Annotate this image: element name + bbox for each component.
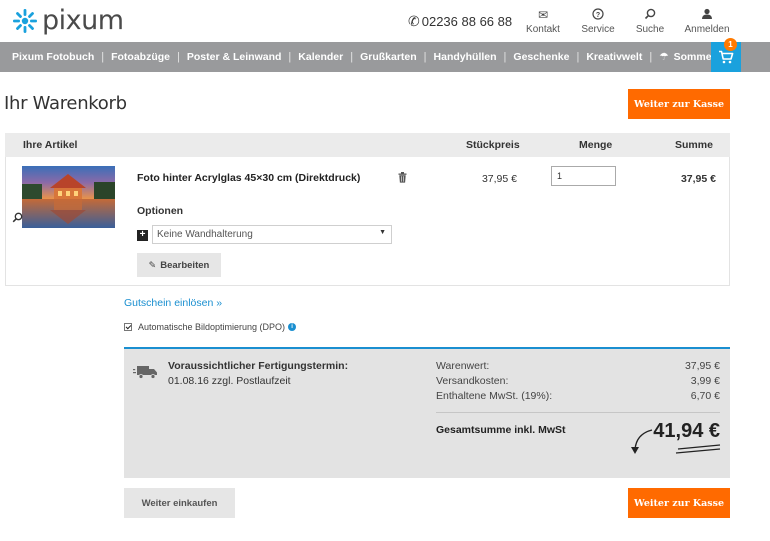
pixum-logo[interactable]: pixum (12, 5, 124, 36)
contact-link[interactable]: ✉ Kontakt (524, 8, 562, 35)
quantity-input[interactable] (551, 166, 616, 186)
caret-down-icon: ▼ (379, 229, 386, 236)
nav-separator: | (423, 51, 427, 63)
trash-icon[interactable] (398, 172, 407, 186)
nav-separator: | (288, 51, 292, 63)
truck-icon (133, 364, 159, 383)
nav-item-geschenke[interactable]: Geschenke (513, 51, 569, 63)
nav-item-handyhuellen[interactable]: Handyhüllen (434, 51, 497, 63)
checkout-button-bottom[interactable]: Weiter zur Kasse (628, 488, 730, 518)
nav-separator: | (576, 51, 580, 63)
vat-value: 6,70 € (690, 390, 720, 402)
total-label: Gesamtsumme inkl. MwSt (436, 424, 566, 436)
vat-label: Enthaltene MwSt. (19%): (436, 390, 553, 402)
line-sum: 37,95 € (680, 173, 716, 185)
dpo-label: Automatische Bildoptimierung (DPO) (138, 322, 286, 332)
nav-item-kalender[interactable]: Kalender (298, 51, 343, 63)
subtotal-value: 37,95 € (684, 360, 720, 372)
search-link[interactable]: Suche (632, 8, 668, 35)
header-unit-price: Stückpreis (466, 139, 520, 151)
edit-button[interactable]: ✎ Bearbeiten (137, 253, 221, 277)
login-link[interactable]: Anmelden (682, 8, 732, 35)
contact-label: Kontakt (526, 24, 560, 35)
nav-item-fotobuch[interactable]: Pixum Fotobuch (12, 51, 94, 63)
summary-divider (436, 412, 720, 413)
voucher-link[interactable]: Gutschein einlösen » (124, 297, 222, 309)
nav-separator: | (350, 51, 354, 63)
search-icon (632, 8, 668, 22)
product-name: Foto hinter Acrylglas 45×30 cm (Direktdr… (137, 172, 361, 184)
edit-icon: ✎ (148, 259, 157, 270)
product-thumbnail[interactable] (22, 166, 115, 228)
dpo-option: Automatische Bildoptimierung (DPO) i (124, 322, 297, 332)
contact-icon: ✉ (537, 8, 549, 22)
search-label: Suche (635, 24, 665, 35)
header-articles: Ihre Artikel (23, 139, 78, 151)
wall-mount-select[interactable]: Keine Wandhalterung ▼ (152, 225, 392, 244)
header: pixum ✆ 02236 88 66 88 ✉ Kontakt ? Servi… (0, 0, 770, 42)
nav-separator: | (503, 51, 507, 63)
phone-icon: ✆ (408, 13, 420, 29)
cart-icon (719, 50, 734, 64)
continue-shopping-button[interactable]: Weiter einkaufen (124, 488, 235, 518)
user-icon (682, 8, 732, 22)
shipping-value: 3,99 € (690, 375, 720, 387)
phone-text: 02236 88 66 88 (421, 14, 513, 29)
wall-mount-select-value: Keine Wandhalterung (157, 229, 253, 240)
production-date-title: Voraussichtlicher Fertigungstermin: (168, 360, 349, 372)
curved-arrow-icon (631, 429, 721, 454)
service-label: Service (581, 24, 615, 35)
unit-price: 37,95 € (481, 173, 517, 185)
cart-count-badge: 1 (724, 38, 737, 51)
nav-item-fotoabzuege[interactable]: Fotoabzüge (111, 51, 170, 63)
header-sum: Summe (675, 139, 713, 151)
nav-separator: | (649, 51, 653, 63)
production-date: 01.08.16 zzgl. Postlaufzeit (168, 375, 291, 387)
info-icon[interactable]: i (288, 323, 297, 331)
nav-separator: | (177, 51, 180, 63)
login-label: Anmelden (684, 24, 730, 35)
zoom-icon[interactable] (12, 212, 23, 226)
phone-number[interactable]: ✆ 02236 88 66 88 (408, 13, 512, 30)
dpo-checkbox[interactable] (124, 323, 132, 331)
nav-item-sommer-label: Sommer (673, 51, 716, 63)
main-nav: Pixum Fotobuch | Fotoabzüge | Poster & L… (0, 42, 770, 72)
nav-item-sommer[interactable]: ☂ Sommer (659, 51, 715, 63)
svg-text:?: ? (596, 12, 600, 19)
header-quantity: Menge (579, 139, 613, 151)
help-icon: ? (578, 8, 618, 22)
nav-item-poster[interactable]: Poster & Leinwand (187, 51, 282, 63)
page-title: Ihr Warenkorb (4, 93, 127, 114)
shipping-label: Versandkosten: (436, 375, 509, 387)
nav-item-grusskarten[interactable]: Grußkarten (360, 51, 417, 63)
subtotal-label: Warenwert: (436, 360, 490, 372)
plus-icon[interactable]: + (137, 230, 148, 241)
nav-item-kreativwelt[interactable]: Kreativwelt (586, 51, 642, 63)
sun-umbrella-icon: ☂ (659, 51, 669, 63)
options-label: Optionen (137, 205, 184, 217)
checkout-button-top[interactable]: Weiter zur Kasse (628, 89, 730, 119)
nav-separator: | (101, 51, 105, 63)
edit-button-label: Bearbeiten (160, 259, 210, 271)
service-link[interactable]: ? Service (578, 8, 618, 35)
cart-table-header: Ihre Artikel Stückpreis Menge Summe (5, 133, 730, 157)
logo-text: pixum (42, 5, 124, 36)
pixum-logo-icon (13, 8, 37, 33)
